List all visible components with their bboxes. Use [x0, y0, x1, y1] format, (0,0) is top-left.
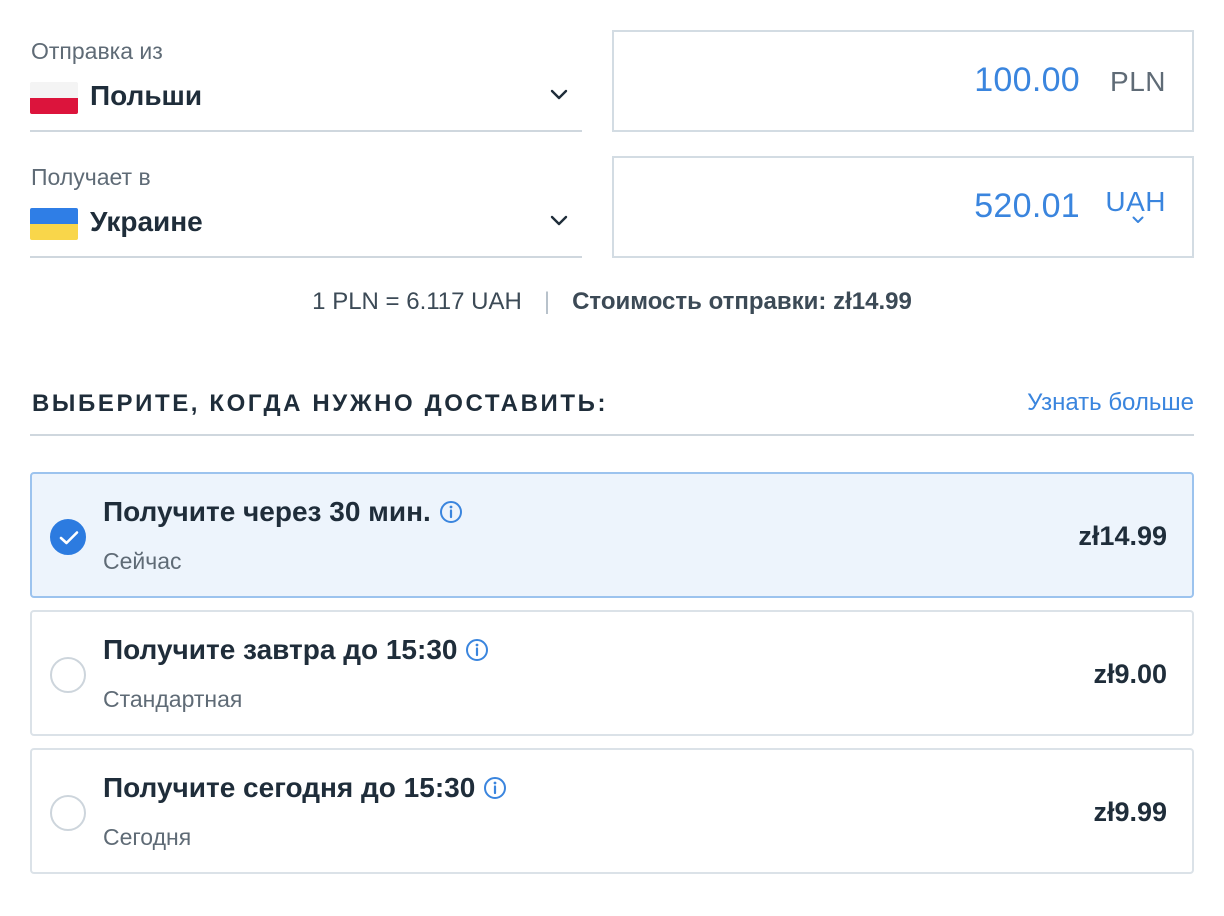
fee-value: zł14.99 — [833, 288, 912, 315]
radio-unchecked[interactable] — [50, 795, 86, 831]
learn-more-link[interactable]: Узнать больше — [1027, 389, 1194, 417]
ukraine-flag-icon — [30, 208, 78, 240]
exchange-rate-line: 1 PLN = 6.117 UAH | Стоимость отправки: zł… — [0, 288, 1224, 316]
receive-country-name: Украине — [90, 206, 203, 237]
checkmark-icon — [59, 531, 79, 545]
send-country-select[interactable]: Отправка из Польши — [30, 30, 582, 132]
chevron-down-icon[interactable] — [550, 215, 568, 227]
info-icon[interactable] — [483, 776, 507, 800]
option-subtitle: Сегодня — [103, 824, 192, 850]
option-subtitle: Стандартная — [103, 686, 243, 712]
exchange-rate: 1 PLN = 6.117 UAH — [312, 288, 522, 315]
option-title-text: Получите через 30 мин. — [103, 496, 431, 527]
receive-country-select[interactable]: Получает в Украине — [30, 156, 582, 258]
radio-checked[interactable] — [50, 519, 86, 555]
poland-flag-icon — [30, 82, 78, 114]
option-title: Получите сегодня до 15:30 — [103, 772, 507, 804]
option-title-text: Получите сегодня до 15:30 — [103, 772, 476, 803]
receive-amount-input[interactable]: 520.01 — [974, 187, 1080, 226]
delivery-option-30min[interactable]: Получите через 30 мин. Сейчас zł14.99 — [30, 472, 1194, 598]
delivery-option-tomorrow[interactable]: Получите завтра до 15:30 Стандартная zł9… — [30, 610, 1194, 736]
option-subtitle: Сейчас — [103, 548, 182, 574]
receive-amount-field[interactable]: 520.01 UAH — [612, 156, 1194, 258]
option-price: zł9.99 — [1093, 797, 1167, 827]
delivery-section-title: ВЫБЕРИТЕ, КОГДА НУЖНО ДОСТАВИТЬ: — [32, 390, 609, 417]
info-icon[interactable] — [465, 638, 489, 662]
option-price: zł9.00 — [1093, 659, 1167, 689]
delivery-option-today[interactable]: Получите сегодня до 15:30 Сегодня zł9.99 — [30, 748, 1194, 874]
send-country-label: Отправка из — [31, 38, 163, 64]
send-currency: PLN — [1110, 66, 1166, 97]
receive-currency-select[interactable]: UAH — [1105, 186, 1166, 218]
option-title: Получите завтра до 15:30 — [103, 634, 489, 666]
option-price: zł14.99 — [1078, 521, 1167, 551]
chevron-down-icon[interactable] — [550, 89, 568, 101]
info-icon[interactable] — [439, 500, 463, 524]
send-amount-input[interactable]: 100.00 — [974, 61, 1080, 100]
option-title: Получите через 30 мин. — [103, 496, 463, 528]
delivery-section-header: ВЫБЕРИТЕ, КОГДА НУЖНО ДОСТАВИТЬ: Узнать … — [30, 384, 1194, 436]
send-amount-field[interactable]: 100.00 PLN — [612, 30, 1194, 132]
rate-separator: | — [543, 288, 551, 315]
receive-country-label: Получает в — [31, 164, 151, 190]
radio-unchecked[interactable] — [50, 657, 86, 693]
send-country-name: Польши — [90, 80, 203, 111]
chevron-down-icon[interactable] — [1132, 216, 1144, 224]
option-title-text: Получите завтра до 15:30 — [103, 634, 458, 665]
fee-label: Стоимость отправки: — [572, 288, 827, 315]
